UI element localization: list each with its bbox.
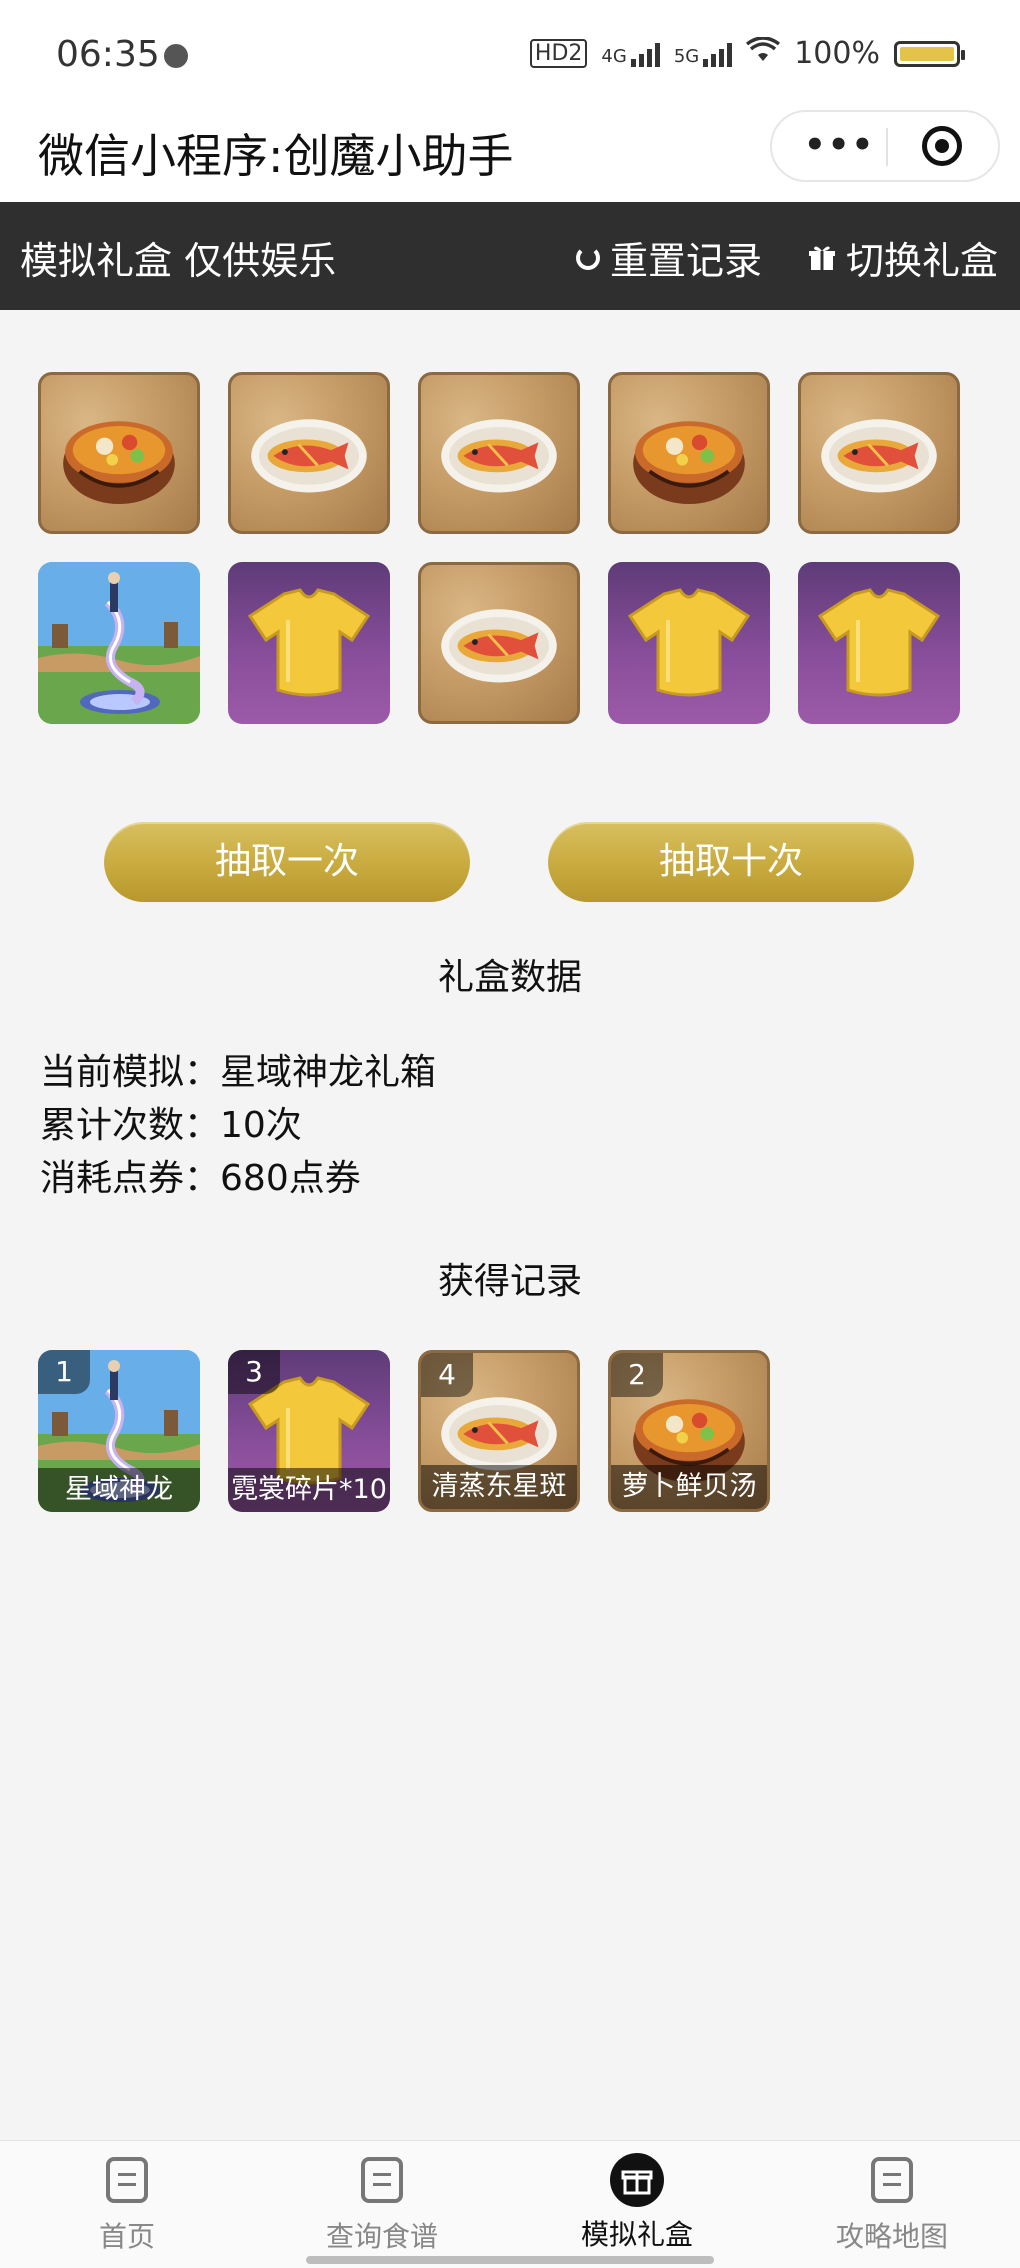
reset-records-button[interactable]: 重置记录 [576, 230, 762, 285]
record-name: 清蒸东星斑 [421, 1465, 577, 1509]
record-name: 星域神龙 [38, 1468, 200, 1512]
result-tile-6 [38, 562, 200, 724]
switch-box-label: 切换礼盒 [846, 239, 999, 283]
draw-once-button[interactable]: 抽取一次 [104, 822, 470, 902]
result-tile-3 [418, 372, 580, 534]
refresh-icon [576, 245, 600, 270]
capsule-divider [886, 128, 888, 166]
app-title: 微信小程序:创魔小助手 [38, 129, 514, 183]
stat-current: 当前模拟：星域神龙礼箱 [40, 1052, 437, 1093]
result-tile-4 [608, 372, 770, 534]
record-item: 2 萝卜鲜贝汤 [608, 1350, 770, 1512]
result-tile-9 [608, 562, 770, 724]
result-tile-2 [228, 372, 390, 534]
status-time: 06:35 [56, 34, 160, 75]
status-indicators: HD2 4G 5G 100% [529, 36, 965, 71]
home-indicator [306, 2256, 714, 2264]
gift-icon [610, 2153, 664, 2207]
capsule-menu: ••• [770, 110, 1000, 182]
record-count: 2 [611, 1353, 663, 1397]
records-title: 获得记录 [437, 1261, 582, 1302]
record-count: 3 [228, 1350, 280, 1394]
status-bar: 06:35 HD2 4G 5G 100% [0, 0, 1020, 110]
tab-bar: 首页 查询食谱 模拟礼盒 攻略地图 [0, 2140, 1020, 2268]
header-label: 模拟礼盒 仅供娱乐 [20, 239, 337, 283]
stat-cost: 消耗点券：680点券 [40, 1158, 361, 1199]
record-count: 4 [421, 1353, 473, 1397]
tab-home[interactable]: 首页 [27, 2157, 227, 2255]
battery-icon [894, 40, 965, 67]
record-count: 1 [38, 1350, 90, 1394]
signal-5g-icon: 5G [674, 41, 733, 67]
reset-records-label: 重置记录 [610, 239, 763, 283]
switch-box-button[interactable]: 切换礼盒 [808, 230, 998, 285]
result-tile-10 [798, 562, 960, 724]
gift-icon [809, 246, 835, 270]
document-icon [871, 2157, 913, 2203]
document-icon [361, 2157, 403, 2203]
stats-panel: 当前模拟：星域神龙礼箱 累计次数：10次 消耗点券：680点券 [40, 1046, 436, 1205]
signal-4g-icon: 4G [601, 41, 660, 67]
record-item: 3 霓裳碎片*10 [228, 1350, 390, 1512]
record-name: 萝卜鲜贝汤 [611, 1465, 767, 1509]
draw-ten-button[interactable]: 抽取十次 [548, 822, 914, 902]
tab-map[interactable]: 攻略地图 [792, 2157, 992, 2255]
document-icon [106, 2157, 148, 2203]
notification-icon [164, 44, 188, 68]
more-dots-icon[interactable]: ••• [804, 128, 875, 162]
result-tile-8 [418, 562, 580, 724]
record-name: 霓裳碎片*10 [228, 1468, 390, 1512]
stat-count: 累计次数：10次 [40, 1105, 302, 1146]
battery-percent: 100% [794, 36, 880, 71]
stats-title: 礼盒数据 [437, 957, 582, 998]
record-item: 1 星域神龙 [38, 1350, 200, 1512]
target-icon[interactable] [922, 126, 962, 166]
wifi-icon [746, 36, 781, 71]
title-bar: 微信小程序:创魔小助手 ••• [0, 110, 1020, 202]
result-tile-7 [228, 562, 390, 724]
header-bar: 模拟礼盒 仅供娱乐 重置记录 切换礼盒 [0, 202, 1020, 310]
tab-gift-box[interactable]: 模拟礼盒 [537, 2153, 737, 2253]
hd-icon: HD2 [529, 39, 588, 68]
result-tile-1 [38, 372, 200, 534]
result-tile-5 [798, 372, 960, 534]
tab-recipes[interactable]: 查询食谱 [282, 2157, 482, 2255]
record-item: 4 清蒸东星斑 [418, 1350, 580, 1512]
